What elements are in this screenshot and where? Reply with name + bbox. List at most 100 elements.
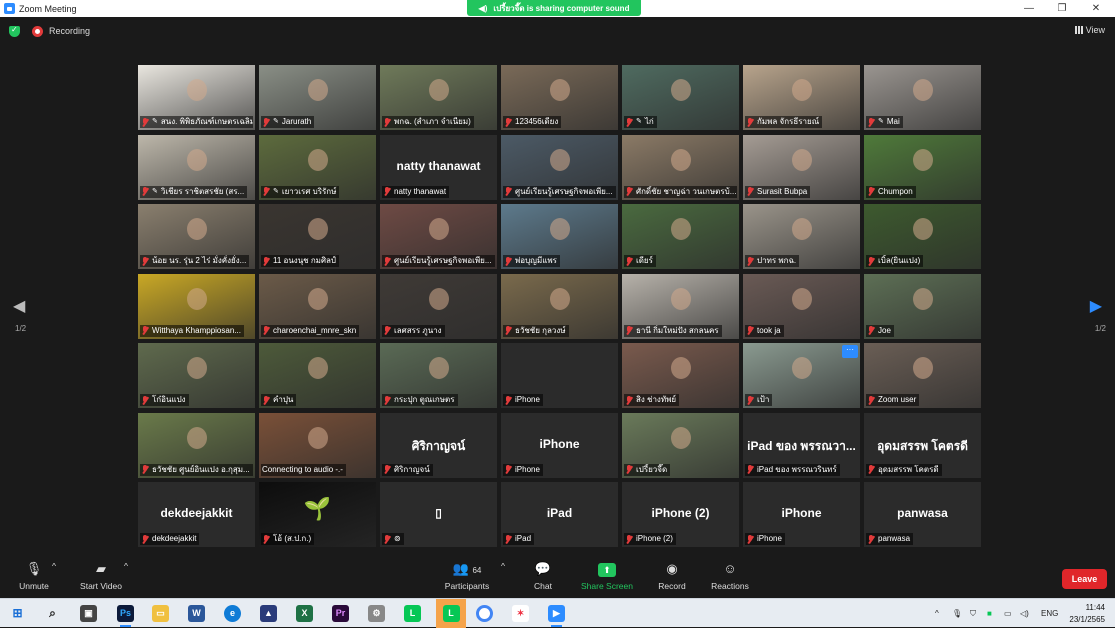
previous-page-arrow-icon[interactable]: ◀	[13, 296, 25, 316]
participant-tile[interactable]: ศูนย์เรียนรู้เศรษฐกิจพอเพีย...	[380, 204, 497, 269]
participant-tile[interactable]: กัมพล จักรธีรายณ์	[743, 65, 860, 130]
tray-shield-icon[interactable]: ⛉	[970, 599, 976, 628]
tray-mic-icon[interactable]: 🎙	[952, 599, 962, 628]
participant-tile[interactable]: ✎ วิเชียร ราชิตสรชัย (สร...	[138, 134, 255, 200]
premiere-icon[interactable]: Pr	[332, 605, 349, 622]
participant-tile[interactable]: natty thanawat natty thanawat	[380, 134, 497, 200]
photoshop-icon[interactable]: Ps	[117, 605, 134, 627]
person-silhouette	[791, 287, 812, 310]
participant-tile[interactable]: ธวัชชัย ศูนย์อินแปง อ.กุสุม...	[138, 412, 255, 478]
participants-options-caret-icon[interactable]: ^	[501, 561, 505, 571]
recording-label[interactable]: Recording	[49, 26, 90, 36]
audio-options-caret-icon[interactable]: ^	[52, 561, 56, 571]
participant-tile[interactable]: Witthaya Khamppiosan...	[138, 273, 255, 339]
chat-button[interactable]: 💬 Chat	[527, 561, 559, 591]
participant-tile[interactable]: Zoom user	[864, 343, 981, 408]
participant-tile[interactable]: 🌱 โอ้ (ส.ป.ก.)	[259, 482, 376, 547]
windows-start-icon[interactable]: ⊞	[9, 605, 26, 622]
participant-tile[interactable]: พ่อบุญมีแพร	[501, 204, 618, 269]
unmute-button[interactable]: 🎙 Unmute	[12, 561, 56, 591]
participant-tile[interactable]: กระปุก ตูณเกษตร	[380, 343, 497, 408]
next-page-arrow-icon[interactable]: ▶	[1090, 296, 1102, 316]
participant-tile[interactable]: สิง ช่างทัพย์	[622, 343, 739, 408]
excel-icon[interactable]: X	[296, 605, 313, 622]
file-explorer-icon[interactable]: ▭	[152, 605, 169, 622]
participant-tile[interactable]: charoenchai_mnre_skn	[259, 273, 376, 339]
tray-chevron-icon[interactable]: ^	[935, 599, 939, 628]
participant-tile[interactable]: Chumpon	[864, 134, 981, 200]
participant-tile[interactable]: พกฉ. (สำเภา จำเนียม)	[380, 65, 497, 130]
participant-name: iPad	[515, 534, 532, 543]
line-icon[interactable]: L	[404, 605, 421, 622]
maximize-button[interactable]: ❐	[1047, 0, 1077, 17]
participant-tile[interactable]: 123456เดียง	[501, 65, 618, 130]
participant-tile[interactable]: คำปุน	[259, 343, 376, 408]
participant-tile[interactable]: dekdeejakkit dekdeejakkit	[138, 482, 255, 547]
volume-icon[interactable]: ◁)	[1020, 599, 1029, 628]
participant-tile[interactable]: Connecting to audio -.-	[259, 412, 376, 478]
word-icon[interactable]: W	[188, 605, 205, 622]
meeting-topbar: Recording View	[0, 17, 1115, 45]
participant-tile[interactable]: 11 อนงนุช กมศิลป์	[259, 204, 376, 269]
app-icon-colorful[interactable]: ✶	[512, 605, 529, 622]
participant-tile[interactable]: ปาทร พกฉ.	[743, 204, 860, 269]
participant-tile[interactable]: ศักดิ์ชัย ชาญฉ่า วนเกษตรบ้...	[622, 134, 739, 200]
muted-mic-icon	[625, 187, 633, 196]
participant-tile[interactable]: Surasit Bubpa	[743, 134, 860, 200]
share-screen-label: Share Screen	[581, 581, 633, 591]
participant-tile[interactable]: Joe	[864, 273, 981, 339]
participant-tile[interactable]: ✎ Mai	[864, 65, 981, 130]
participant-tile[interactable]: ✎ ไก่	[622, 65, 739, 130]
language-indicator[interactable]: ENG	[1041, 599, 1058, 628]
battery-icon[interactable]: ▭	[1004, 599, 1012, 628]
more-options-icon[interactable]: ···	[842, 345, 858, 358]
record-button[interactable]: ◉ Record	[654, 561, 690, 591]
participant-tile[interactable]: อุดมสรรพ โคตรดี อุดมสรรพ โคตรดี	[864, 412, 981, 478]
participant-tile[interactable]: เลศสรร ภูนาง	[380, 273, 497, 339]
camera-app-icon[interactable]: ▣	[80, 605, 97, 622]
app-icon-gear[interactable]: ⚙	[368, 605, 385, 622]
participants-button[interactable]: 👥 64 Participants	[440, 561, 494, 591]
participant-tile[interactable]: ✎ เยาวเรศ บริรักษ์	[259, 134, 376, 200]
participant-name-tag: ⊚	[382, 533, 404, 545]
line-icon-active[interactable]: L	[436, 599, 466, 628]
app-icon-flag[interactable]: ▲	[260, 605, 277, 622]
participant-tile[interactable]: เดียร์	[622, 204, 739, 269]
participant-tile[interactable]: iPad ของ พรรณวา... iPad ของ พรรณวรินทร์	[743, 412, 860, 478]
chrome-icon[interactable]	[476, 605, 493, 622]
participant-tile[interactable]: iPhone iPhone	[501, 412, 618, 478]
search-icon[interactable]: ⌕	[44, 605, 61, 622]
participant-tile[interactable]: iPhone iPhone	[743, 482, 860, 547]
video-options-caret-icon[interactable]: ^	[124, 561, 128, 571]
sharing-sound-banner[interactable]: ◀) เปรี้ยวจี๊ด is sharing computer sound	[467, 0, 641, 16]
zoom-taskbar-icon[interactable]: ▶	[548, 605, 565, 627]
participant-tile[interactable]: โก๋อินแปง	[138, 343, 255, 408]
participant-tile[interactable]: น้อย นร. รุ่น 2 ไร่ มั่งคั่งยั่ง...	[138, 204, 255, 269]
participant-tile[interactable]: ✎ Jarurath	[259, 65, 376, 130]
participant-tile[interactable]: took ja	[743, 273, 860, 339]
shield-icon[interactable]	[9, 25, 20, 37]
clock[interactable]: 11:44 23/1/2565	[1069, 602, 1105, 626]
participant-tile[interactable]: ▯ ⊚	[380, 482, 497, 547]
participant-tile[interactable]: ✎ สนง. พิพิธภัณฑ์เกษตรเฉลิม	[138, 65, 255, 130]
start-video-button[interactable]: ▰ Start Video	[76, 561, 126, 591]
minimize-button[interactable]: —	[1014, 0, 1044, 17]
tray-line-icon[interactable]: ■	[987, 599, 992, 628]
edge-icon[interactable]: e	[224, 605, 241, 622]
share-screen-button[interactable]: ⬆ Share Screen	[578, 561, 636, 591]
participant-tile[interactable]: ธวัชชัย กุลวงษ์	[501, 273, 618, 339]
participant-tile[interactable]: panwasa panwasa	[864, 482, 981, 547]
participant-tile[interactable]: เบิ้ล(ยินแปง)	[864, 204, 981, 269]
leave-button[interactable]: Leave	[1062, 569, 1107, 589]
view-button[interactable]: View	[1074, 25, 1105, 35]
reactions-button[interactable]: ☺ Reactions	[708, 561, 752, 591]
participant-tile[interactable]: ศูนย์เรียนรู้เศรษฐกิจพอเพีย...	[501, 134, 618, 200]
participant-tile[interactable]: ··· เป้า	[743, 343, 860, 408]
participant-tile[interactable]: iPad iPad	[501, 482, 618, 547]
participant-tile[interactable]: ธานี กิ่มใหม่ปัง สกลนคร	[622, 273, 739, 339]
participant-tile[interactable]: iPhone (2) iPhone (2)	[622, 482, 739, 547]
participant-tile[interactable]: เปรี้ยวจี๊ด	[622, 412, 739, 478]
participant-tile[interactable]: ศิริกาญจน์ ศิริกาญจน์	[380, 412, 497, 478]
participant-tile[interactable]: iPhone	[501, 343, 618, 408]
close-button[interactable]: ✕	[1081, 0, 1111, 17]
